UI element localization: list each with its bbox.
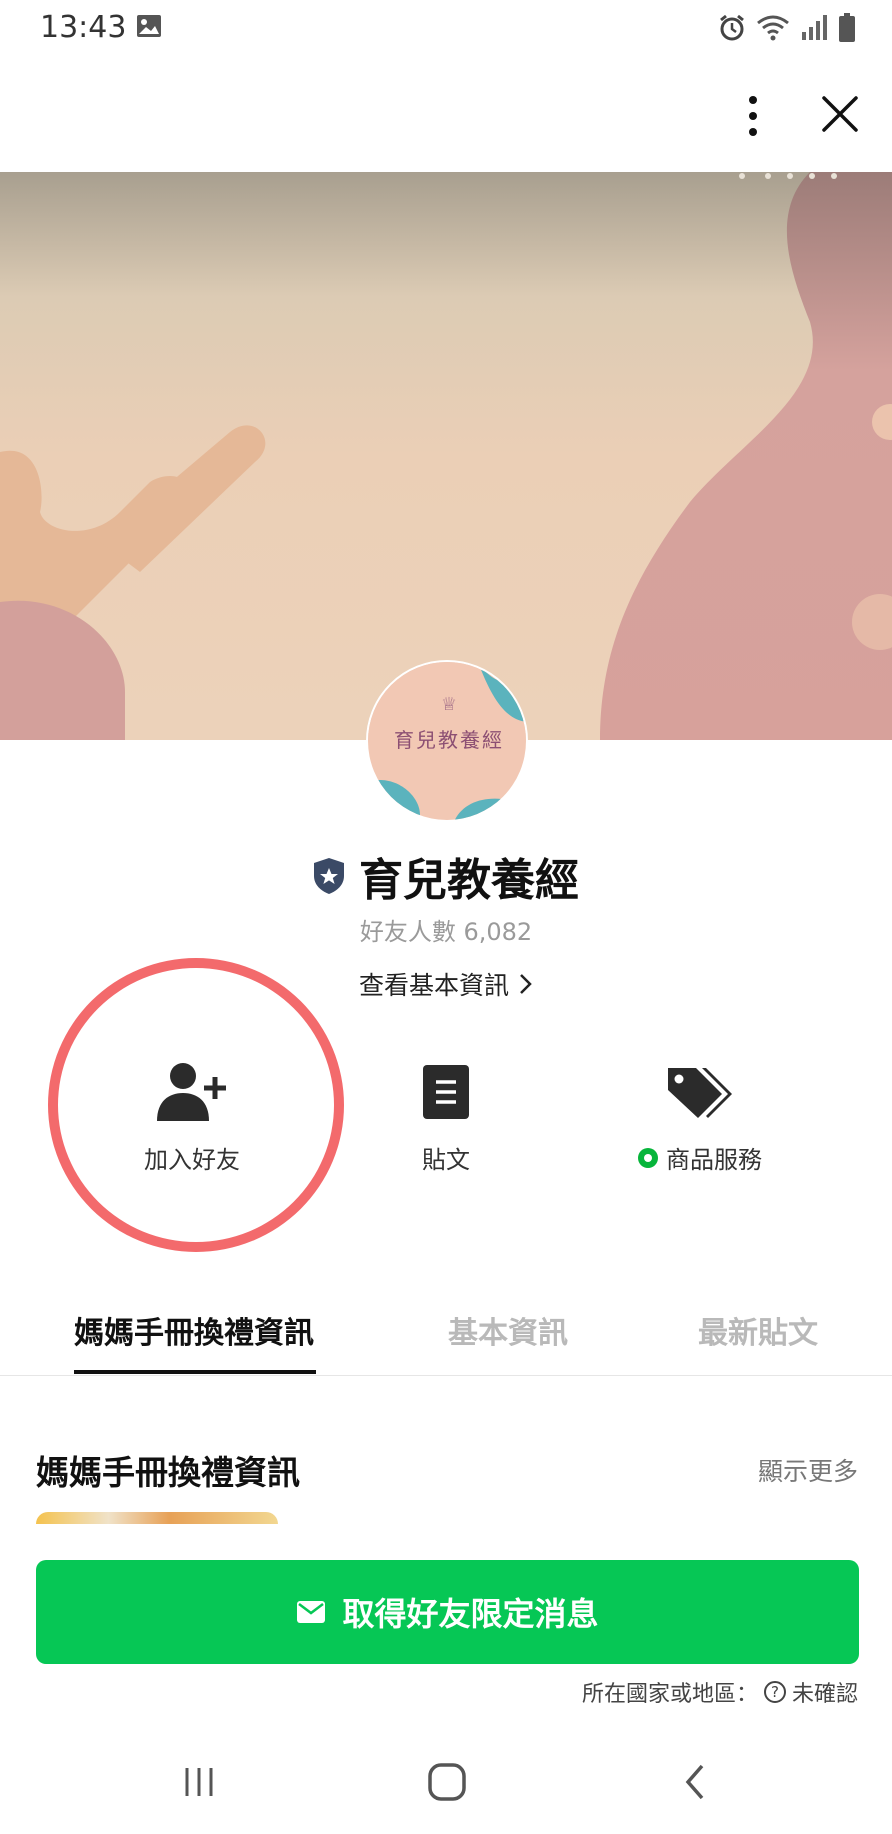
avatar-text: 育兒教養經 [394,728,504,752]
tab-basic-info[interactable]: 基本資訊 [448,1308,568,1352]
get-messages-button[interactable]: 取得好友限定消息 [36,1560,859,1664]
close-icon[interactable] [818,92,862,136]
region-note: 所在國家或地區： ? 未確認 [582,1676,858,1708]
active-tab-indicator [74,1370,316,1374]
status-dot-icon [638,1147,658,1168]
back-icon[interactable] [672,1760,722,1804]
tab-latest-posts[interactable]: 最新貼文 [698,1308,818,1352]
wifi-icon [757,15,789,41]
top-bar [0,56,892,172]
basic-info-link-label: 查看基本資訊 [358,971,509,1000]
post-label: 貼文 [422,1146,470,1174]
status-bar: 13:43 [0,0,892,56]
image-icon [137,15,161,37]
post-button[interactable]: 貼文 [336,1060,556,1180]
recent-apps-icon[interactable] [174,1760,224,1804]
section-title: 媽媽手冊換禮資訊 [36,1453,300,1492]
account-name-row: 育兒教養經 [0,846,892,906]
tab-gift-info[interactable]: 媽媽手冊換禮資訊 [74,1308,314,1352]
get-messages-label: 取得好友限定消息 [342,1595,599,1633]
account-name: 育兒教養經 [359,855,579,906]
status-time: 13:43 [40,10,127,45]
tab-bar: 媽媽手冊換禮資訊 基本資訊 最新貼文 [0,1290,892,1376]
more-vertical-icon[interactable] [735,92,771,140]
home-icon[interactable] [422,1760,472,1804]
products-label: 商品服務 [666,1146,762,1174]
battery-icon [839,13,855,42]
highlight-circle-annotation [48,958,344,1252]
section-header: 媽媽手冊換禮資訊 顯示更多 [36,1446,858,1494]
region-value: 未確認 [791,1682,858,1707]
verified-shield-icon [314,858,344,894]
system-nav-bar [0,1740,892,1834]
mail-icon [297,1601,326,1623]
chevron-right-icon [520,974,532,994]
section-thumbnail[interactable] [36,1512,278,1524]
post-icon [423,1065,469,1119]
svg-text:♕: ♕ [441,694,457,715]
products-label-row: 商品服務 [638,1140,762,1175]
profile-avatar[interactable]: ♕ 育兒教養經 [366,660,528,822]
question-icon[interactable]: ? [763,1681,786,1703]
region-label: 所在國家或地區： [581,1682,758,1707]
cover-image [0,172,892,740]
signal-icon [802,15,827,40]
friend-count: 好友人數 6,082 [359,918,533,946]
products-button[interactable]: 商品服務 [590,1060,810,1180]
show-more-link[interactable]: 顯示更多 [758,1452,858,1488]
alarm-icon [720,14,744,41]
tag-icon [668,1068,732,1118]
